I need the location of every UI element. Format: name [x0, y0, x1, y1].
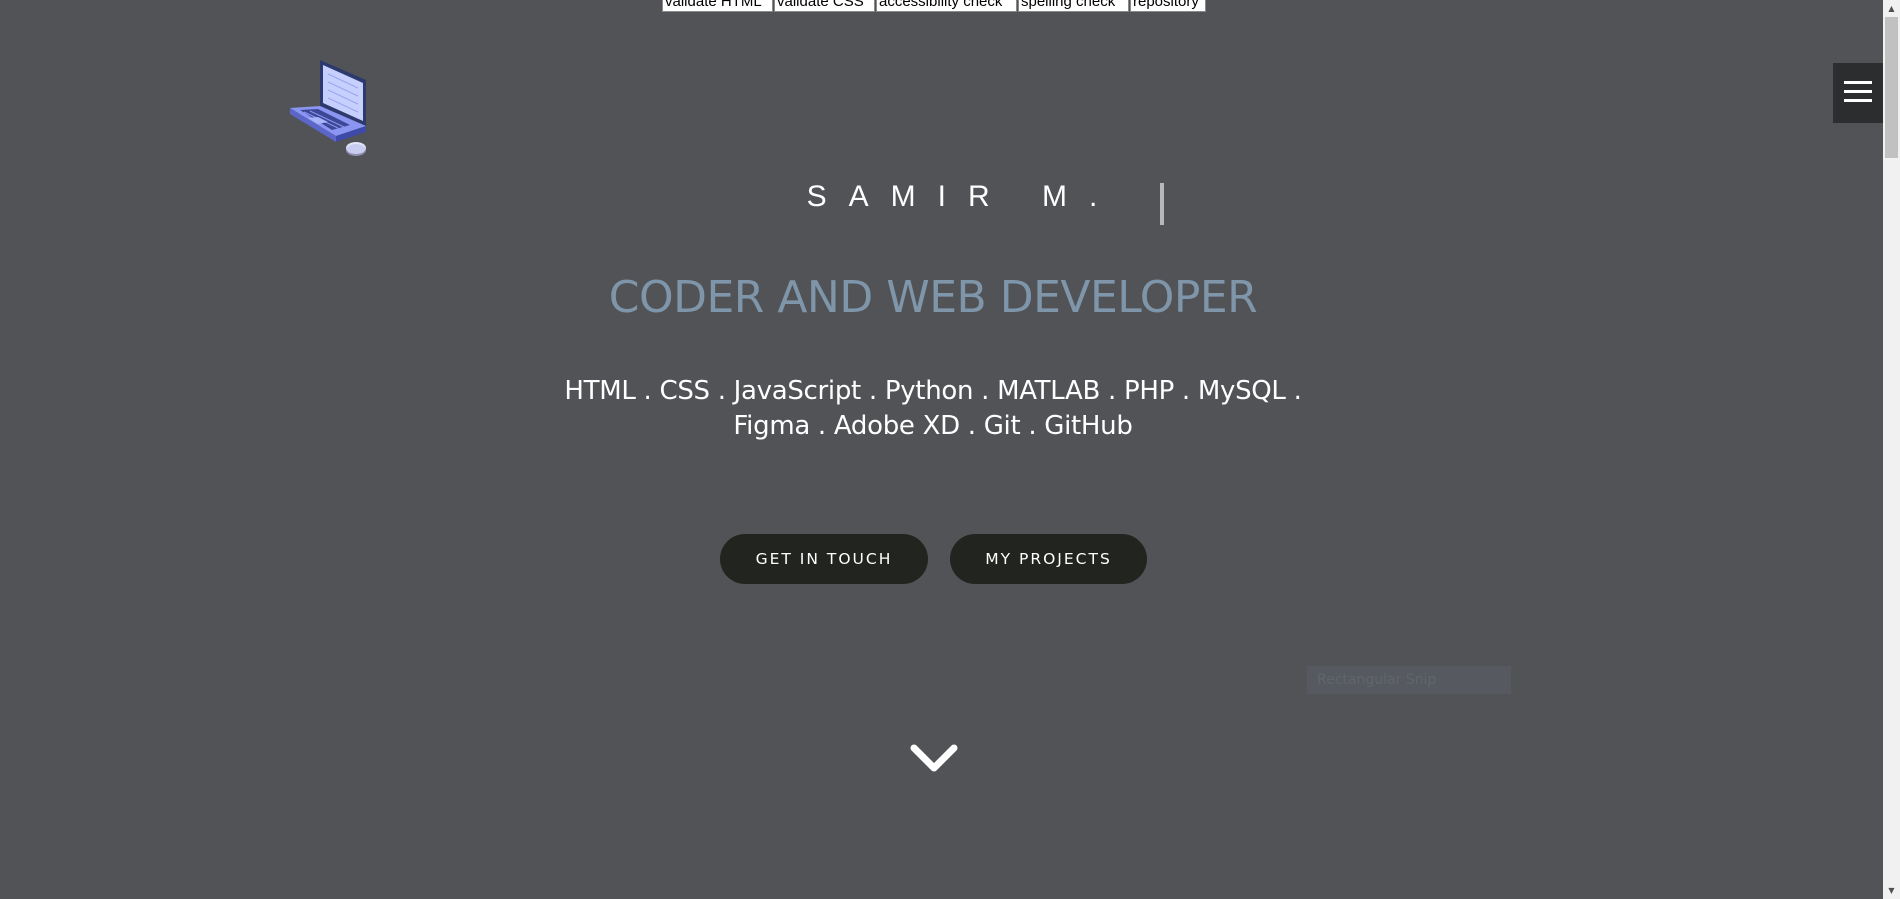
scroll-thumb[interactable]: [1885, 17, 1898, 158]
typing-cursor: [1160, 183, 1164, 225]
skills-list: HTML . CSS . JavaScript . Python . MATLA…: [564, 376, 1302, 441]
name-row: SAMIR M.: [0, 180, 1866, 214]
laptop-icon[interactable]: [288, 50, 376, 158]
validate-html-link[interactable]: validate HTML: [662, 0, 773, 12]
get-in-touch-button[interactable]: GET IN TOUCH: [720, 534, 928, 584]
snip-overlay: Rectangular Snip: [1307, 666, 1511, 694]
page: validate HTML validate CSS accessibility…: [0, 0, 1900, 899]
scroll-down-icon[interactable]: ▼: [1883, 882, 1900, 899]
repository-link[interactable]: repository: [1130, 0, 1206, 12]
hero-name: SAMIR M.: [806, 180, 1120, 213]
spelling-check-link[interactable]: spelling check: [1018, 0, 1129, 12]
my-projects-button[interactable]: MY PROJECTS: [950, 534, 1147, 584]
scroll-up-icon[interactable]: ▲: [1883, 0, 1900, 17]
hero-subtitle: CODER AND WEB DEVELOPER: [608, 272, 1258, 323]
accessibility-check-link[interactable]: accessibility check: [876, 0, 1017, 12]
validate-css-link[interactable]: validate CSS: [774, 0, 875, 12]
validation-toolbar: validate HTML validate CSS accessibility…: [662, 0, 1207, 12]
chevron-down-icon[interactable]: [908, 738, 960, 778]
page-scrollbar[interactable]: ▲ ▼: [1883, 0, 1900, 899]
hamburger-icon[interactable]: [1833, 63, 1883, 123]
